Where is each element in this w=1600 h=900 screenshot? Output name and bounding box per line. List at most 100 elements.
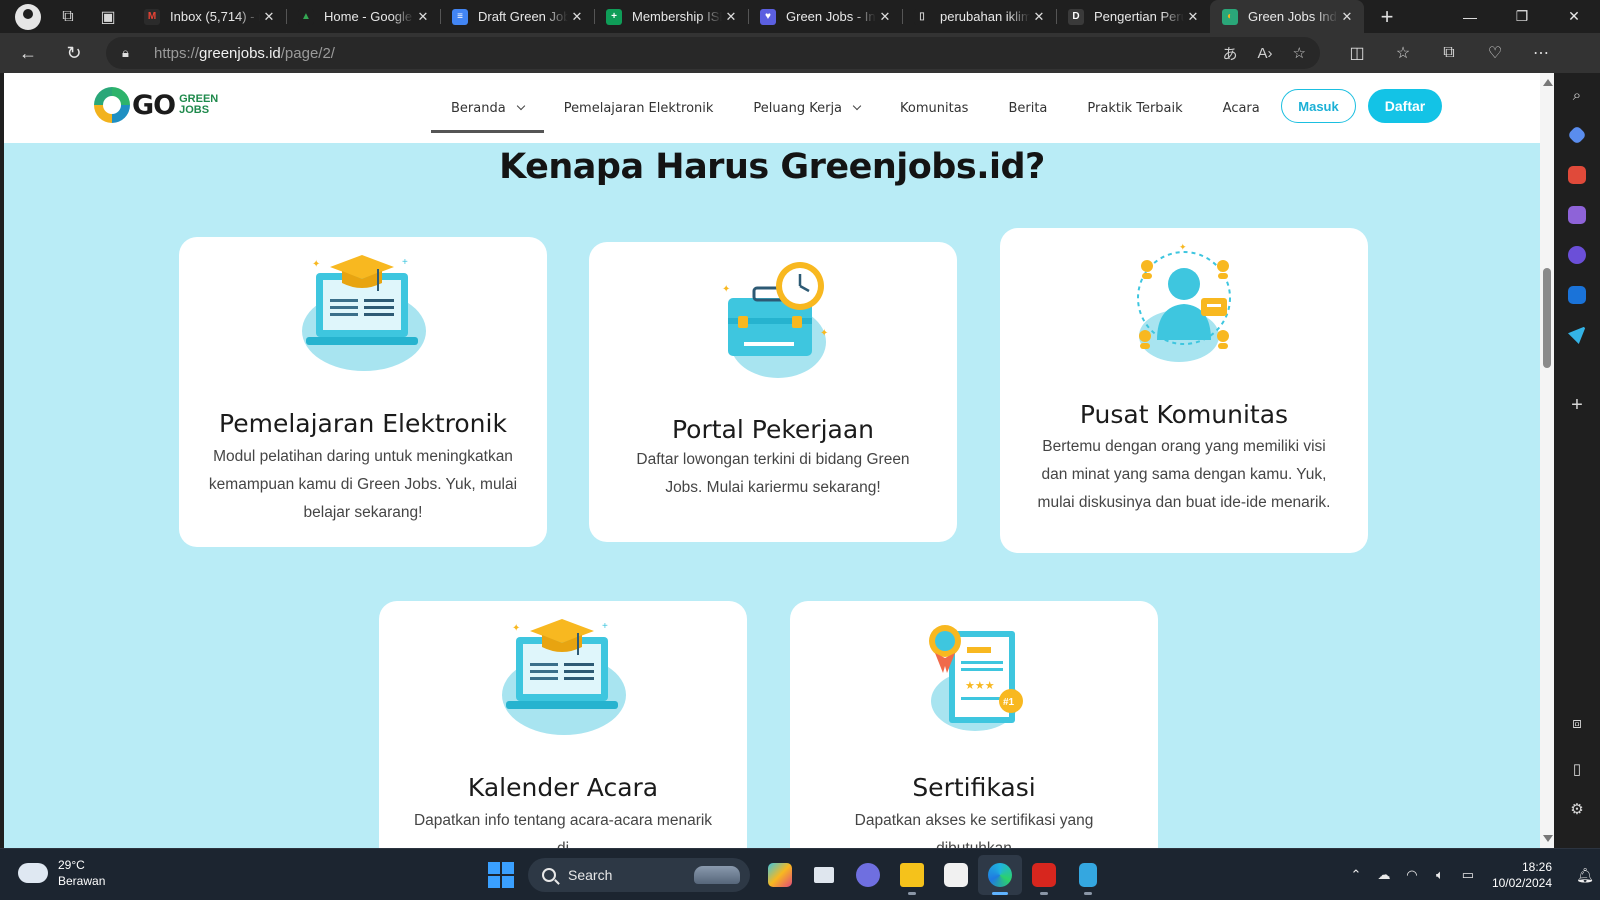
temperature: 29°C — [58, 858, 85, 872]
chevron-up-icon[interactable]: ⌃ — [1342, 867, 1370, 883]
close-tab-icon[interactable]: ✕ — [414, 9, 432, 25]
profile-button[interactable] — [8, 2, 48, 32]
minimize-button[interactable]: — — [1444, 0, 1496, 33]
browser-tab[interactable]: M Inbox (5,714) - r ✕ — [132, 0, 286, 33]
register-button[interactable]: Daftar — [1368, 89, 1442, 123]
browser-tab[interactable]: D Pengertian Peru ✕ — [1056, 0, 1210, 33]
translate-icon[interactable]: あ — [1223, 43, 1238, 64]
split-screen-icon[interactable]: ◫ — [1334, 43, 1380, 63]
sidebar-screenshot-icon[interactable]: ⧈ — [1565, 711, 1589, 735]
menu-item-pemelajaran-elektronik[interactable]: Pemelajaran Elektronik — [544, 73, 734, 143]
workspaces-button[interactable]: ⧉ — [48, 2, 88, 32]
browser-tab[interactable]: ◐ Green Jobs Indo ✕ — [1210, 0, 1364, 33]
tab-actions-icon: ▣ — [100, 8, 116, 26]
start-button[interactable] — [488, 862, 514, 888]
taskbar-store-app[interactable] — [934, 855, 978, 895]
sidebar-search-icon[interactable]: ⌕ — [1565, 83, 1589, 107]
svg-text:#1: #1 — [1003, 697, 1015, 708]
favorite-star-icon[interactable]: ☆ — [1293, 44, 1306, 62]
login-button[interactable]: Masuk — [1281, 89, 1356, 123]
refresh-button[interactable]: ↻ — [54, 37, 94, 69]
taskbar-search[interactable]: Search — [528, 858, 750, 892]
close-tab-icon[interactable]: ✕ — [1030, 9, 1048, 25]
feature-card-job-portal[interactable]: ✦ ✦ Portal Pekerjaan Daftar lowongan ter… — [589, 242, 957, 542]
sidebar-shopping-icon[interactable] — [1565, 123, 1589, 147]
menu-item-beranda[interactable]: Beranda — [431, 73, 544, 143]
menu-item-acara[interactable]: Acara — [1203, 73, 1280, 143]
cloudy-weather-icon — [14, 857, 48, 883]
logo-text: GO — [132, 89, 176, 121]
weather-widget[interactable]: 29°C Berawan — [14, 857, 106, 889]
page-scrollbar[interactable] — [1540, 73, 1554, 848]
taskbar-file-explorer[interactable] — [890, 855, 934, 895]
browser-tab[interactable]: ♥ Green Jobs - Ins ✕ — [748, 0, 902, 33]
tab-actions-button[interactable]: ▣ — [88, 2, 128, 32]
menu-item-peluang-kerja[interactable]: Peluang Kerja — [733, 73, 880, 143]
sidebar-add-icon[interactable]: + — [1565, 393, 1589, 417]
sidebar-hide-icon[interactable]: ▯ — [1565, 757, 1589, 781]
taskbar-copilot-app[interactable] — [758, 855, 802, 895]
feature-card-elearning[interactable]: + ✦ Pemelajaran Elektronik Modul pelatih… — [179, 237, 547, 547]
sidebar-outlook-icon[interactable] — [1565, 283, 1589, 307]
tab-title: Pengertian Peru — [1094, 9, 1184, 24]
close-window-button[interactable]: ✕ — [1548, 0, 1600, 33]
back-button[interactable]: ← — [8, 37, 48, 69]
onedrive-cloud-icon[interactable]: ☁ — [1370, 867, 1398, 883]
community-network-icon: ✦ — [1137, 242, 1231, 362]
sidebar-copilot-icon[interactable] — [1565, 243, 1589, 267]
menu-item-praktik-terbaik[interactable]: Praktik Terbaik — [1067, 73, 1202, 143]
edge-sidebar: ⌕ + ⧈ ▯ ⚙ — [1554, 73, 1600, 848]
feature-card-certification[interactable]: ★★★ #1 Sertifikasi Dapatkan akses ke ser… — [790, 601, 1158, 848]
svg-text:+: + — [402, 257, 408, 268]
close-tab-icon[interactable]: ✕ — [1338, 9, 1356, 25]
tab-favicon-icon: ≡ — [452, 8, 468, 25]
site-logo[interactable]: GO GREEN JOBS — [94, 87, 218, 123]
menu-item-berita[interactable]: Berita — [988, 73, 1067, 143]
scroll-down-icon[interactable] — [1543, 835, 1553, 842]
restore-button[interactable]: ❐ — [1496, 0, 1548, 33]
sidebar-send-icon[interactable] — [1565, 323, 1589, 347]
close-tab-icon[interactable]: ✕ — [260, 9, 278, 25]
feature-card-community[interactable]: ✦ Pusat Komunitas Bertemu dengan orang y… — [1000, 228, 1368, 553]
close-tab-icon[interactable]: ✕ — [568, 9, 586, 25]
browser-tab[interactable]: + Membership ISE ✕ — [594, 0, 748, 33]
browser-tab[interactable]: ▯ perubahan iklim ✕ — [902, 0, 1056, 33]
weather-condition: Berawan — [58, 874, 106, 888]
read-aloud-icon[interactable]: A› — [1258, 45, 1273, 62]
browser-tab[interactable]: ▲ Home - Google ✕ — [286, 0, 440, 33]
close-tab-icon[interactable]: ✕ — [1184, 9, 1202, 25]
taskbar-task-view[interactable] — [802, 855, 846, 895]
svg-text:✦: ✦ — [512, 623, 520, 634]
scroll-thumb[interactable] — [1543, 268, 1551, 368]
taskbar-acrobat-app[interactable] — [1022, 855, 1066, 895]
certificate-icon: ★★★ #1 — [929, 625, 1023, 731]
taskbar-notepad-app[interactable] — [1066, 855, 1110, 895]
close-tab-icon[interactable]: ✕ — [722, 9, 740, 25]
scroll-up-icon[interactable] — [1543, 79, 1553, 86]
menu-item-komunitas[interactable]: Komunitas — [880, 73, 988, 143]
close-tab-icon[interactable]: ✕ — [876, 9, 894, 25]
notification-bell-icon[interactable]: 🔔︎ — [1570, 867, 1600, 884]
new-tab-button[interactable]: + — [1370, 2, 1404, 32]
collections-icon[interactable]: ⧉ — [1426, 44, 1472, 62]
more-options-icon[interactable]: ⋯ — [1518, 43, 1564, 63]
battery-icon[interactable]: ▭ — [1454, 867, 1482, 883]
wifi-icon[interactable]: ◠ — [1398, 867, 1426, 883]
sidebar-games-icon[interactable] — [1565, 203, 1589, 227]
address-bar[interactable]: 🔒︎ https://greenjobs.id/page/2/ あ A› ☆ — [106, 37, 1320, 69]
settings-gear-icon[interactable]: ⚙ — [1565, 797, 1589, 821]
svg-text:✦: ✦ — [1179, 242, 1187, 252]
volume-icon[interactable]: 🔈︎ — [1426, 867, 1454, 883]
favorites-icon[interactable]: ☆ — [1380, 43, 1426, 63]
browser-essentials-icon[interactable]: ♡ — [1472, 43, 1518, 63]
tab-favicon-icon: + — [606, 8, 622, 25]
svg-text:✦: ✦ — [312, 259, 320, 270]
system-clock[interactable]: 18:26 10/02/2024 — [1492, 859, 1552, 891]
browser-tab[interactable]: ≡ Draft Green Job ✕ — [440, 0, 594, 33]
search-highlight-art — [694, 866, 740, 884]
taskbar-edge-browser[interactable] — [978, 855, 1022, 895]
taskbar-meet-app[interactable] — [846, 855, 890, 895]
sidebar-tools-icon[interactable] — [1565, 163, 1589, 187]
tab-title: perubahan iklim — [940, 9, 1030, 24]
feature-card-events[interactable]: + ✦ Kalender Acara Dapatkan info tentang… — [379, 601, 747, 848]
